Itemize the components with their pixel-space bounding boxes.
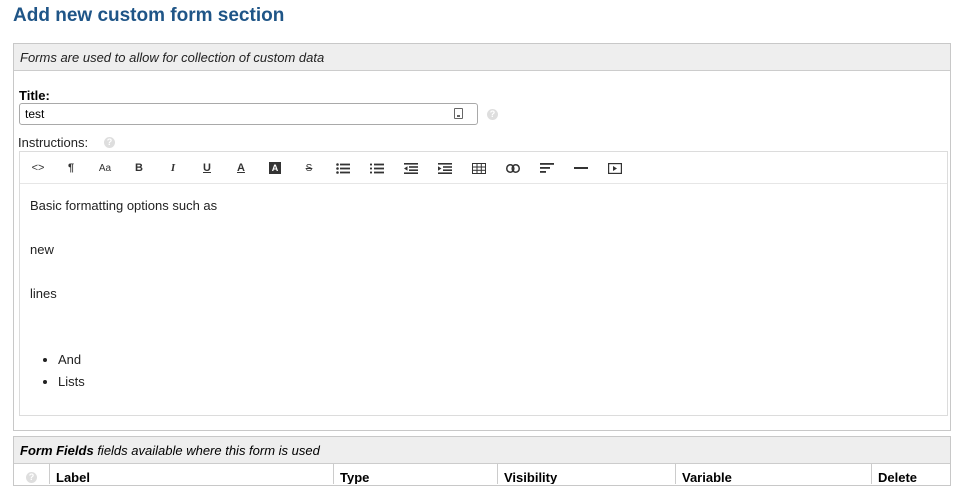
code-view-icon[interactable]: <>: [29, 161, 47, 175]
align-icon[interactable]: [538, 161, 556, 175]
ordered-list-icon[interactable]: [368, 161, 386, 175]
table-icon[interactable]: [470, 161, 488, 175]
form-fields-panel: Form Fields fields available where this …: [13, 436, 951, 486]
background-color-icon[interactable]: A: [266, 161, 284, 175]
font-size-icon[interactable]: Aa: [96, 161, 114, 175]
column-header-label[interactable]: Label: [50, 464, 334, 484]
indent-icon[interactable]: [436, 161, 454, 175]
instructions-label: Instructions:: [18, 135, 89, 150]
editor-line: new: [30, 242, 54, 257]
page-title: Add new custom form section: [13, 5, 285, 26]
form-fields-title: Form Fields: [20, 443, 94, 458]
editor-content[interactable]: Basic formatting options such as new lin…: [30, 198, 930, 396]
paragraph-icon[interactable]: ¶: [62, 161, 80, 175]
title-input[interactable]: [19, 103, 478, 125]
form-fields-header: Form Fields fields available where this …: [14, 437, 950, 464]
contact-card-icon[interactable]: [454, 108, 463, 119]
strikethrough-icon[interactable]: S: [300, 161, 318, 175]
link-icon[interactable]: [504, 161, 522, 175]
horizontal-rule-icon[interactable]: [572, 161, 590, 175]
column-header-type[interactable]: Type: [334, 464, 498, 484]
video-icon[interactable]: [606, 161, 624, 175]
italic-icon[interactable]: I: [164, 161, 182, 175]
column-header-variable[interactable]: Variable: [676, 464, 872, 484]
title-label: Title:: [19, 88, 50, 103]
font-color-icon[interactable]: A: [232, 161, 250, 175]
instructions-help-icon[interactable]: ?: [104, 137, 115, 148]
select-column-header: ?: [14, 464, 50, 484]
section-description: Forms are used to allow for collection o…: [14, 44, 950, 71]
form-section-panel: Forms are used to allow for collection o…: [13, 43, 951, 431]
editor-bullet-list: And Lists: [30, 352, 930, 396]
list-item: Lists: [58, 374, 930, 396]
instructions-editor[interactable]: <> ¶ Aa B I U A A S Basic formatting opt…: [19, 151, 948, 416]
unordered-list-icon[interactable]: [334, 161, 352, 175]
editor-line: Basic formatting options such as: [30, 198, 218, 213]
editor-line: lines: [30, 286, 57, 301]
list-item: And: [58, 352, 930, 374]
outdent-icon[interactable]: [402, 161, 420, 175]
column-header-visibility[interactable]: Visibility: [498, 464, 676, 484]
underline-icon[interactable]: U: [198, 161, 216, 175]
title-help-icon[interactable]: ?: [487, 109, 498, 120]
bold-icon[interactable]: B: [130, 161, 148, 175]
editor-toolbar: <> ¶ Aa B I U A A S: [20, 152, 947, 184]
form-fields-subtitle: fields available where this form is used: [97, 443, 320, 458]
column-header-delete[interactable]: Delete: [872, 464, 950, 484]
